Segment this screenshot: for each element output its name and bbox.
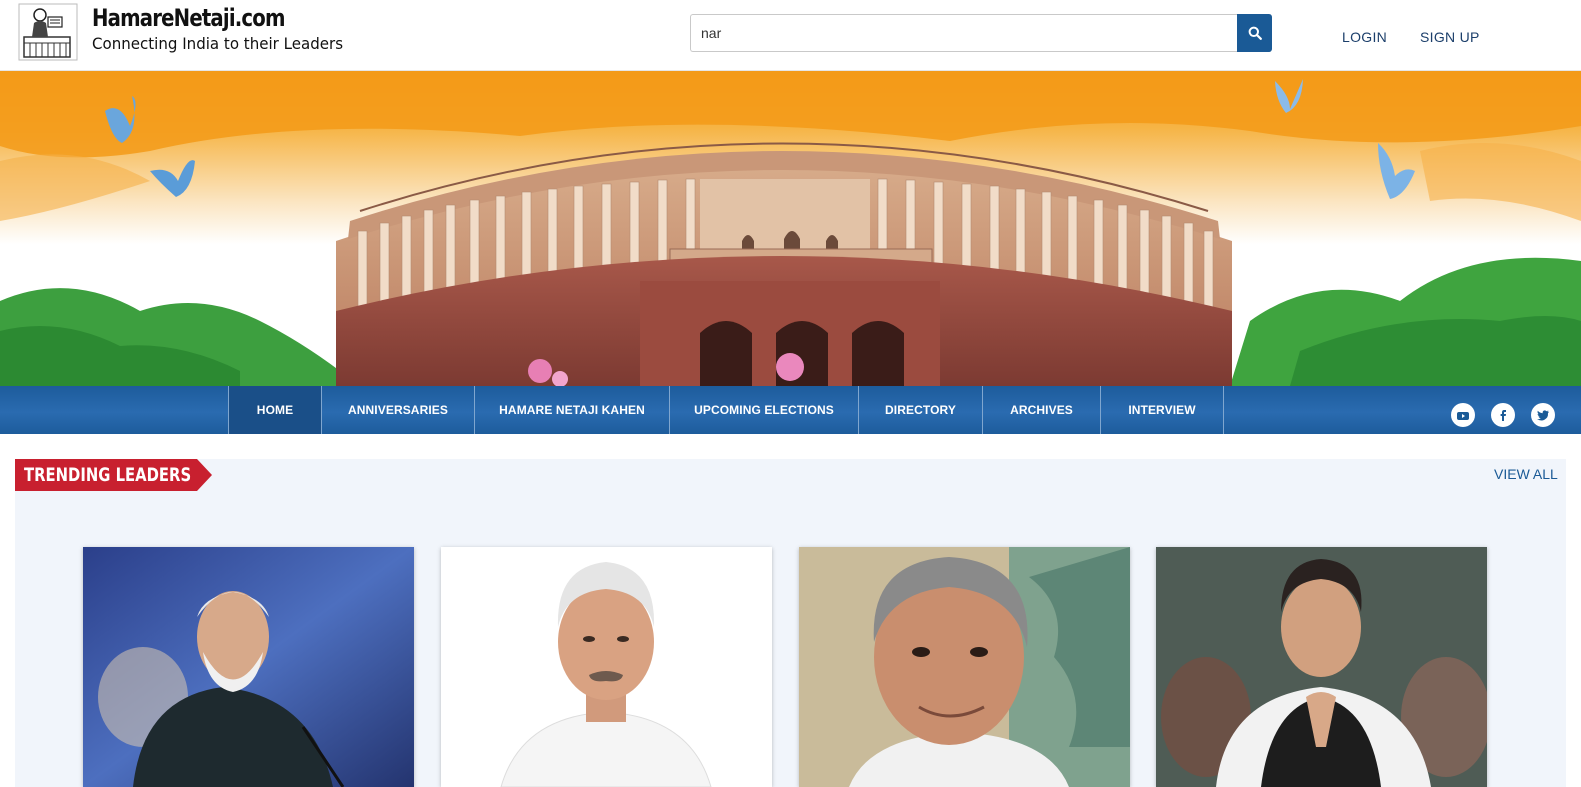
nav-item-directory[interactable]: DIRECTORY (859, 386, 983, 434)
parliament-banner-image (0, 71, 1581, 386)
leader-photo (799, 547, 1130, 787)
leader-card[interactable] (441, 547, 772, 787)
nav-menu: HOME ANNIVERSARIES HAMARE NETAJI KAHEN U… (228, 386, 1224, 434)
signup-link[interactable]: SIGN UP (1420, 29, 1480, 45)
brand-tagline: Connecting India to their Leaders (92, 34, 344, 53)
main-nav: HOME ANNIVERSARIES HAMARE NETAJI KAHEN U… (0, 386, 1581, 434)
leader-card[interactable] (1156, 547, 1487, 787)
site-logo[interactable] (18, 3, 78, 61)
search-input[interactable] (690, 14, 1238, 52)
site-header: HamareNetaji.com Connecting India to the… (0, 0, 1581, 71)
parliament-leader-logo-icon (18, 3, 78, 61)
nav-item-anniversaries[interactable]: ANNIVERSARIES (322, 386, 475, 434)
login-link[interactable]: LOGIN (1342, 29, 1387, 45)
search-icon (1248, 26, 1262, 40)
facebook-glyph (1500, 410, 1506, 421)
leader-photo (83, 547, 414, 787)
trending-leaders-title: TRENDING LEADERS (24, 464, 192, 486)
leader-photo (441, 547, 772, 787)
search-bar (690, 14, 1272, 52)
hero-banner (0, 71, 1581, 386)
nav-item-interview[interactable]: INTERVIEW (1101, 386, 1224, 434)
youtube-icon[interactable] (1451, 403, 1475, 427)
twitter-glyph (1537, 410, 1549, 421)
twitter-icon[interactable] (1531, 403, 1555, 427)
view-all-link[interactable]: VIEW ALL (1494, 466, 1558, 482)
brand-name[interactable]: HamareNetaji.com (92, 4, 285, 32)
nav-item-archives[interactable]: ARCHIVES (983, 386, 1101, 434)
nav-item-upcoming-elections[interactable]: UPCOMING ELECTIONS (670, 386, 859, 434)
nav-item-home[interactable]: HOME (229, 386, 322, 434)
youtube-glyph (1457, 412, 1469, 420)
facebook-icon[interactable] (1491, 403, 1515, 427)
leader-card[interactable] (799, 547, 1130, 787)
nav-item-hamare-netaji-kahen[interactable]: HAMARE NETAJI KAHEN (475, 386, 670, 434)
leader-card[interactable] (83, 547, 414, 787)
leader-photo (1156, 547, 1487, 787)
search-button[interactable] (1237, 14, 1272, 52)
parliament-building (336, 142, 1232, 386)
